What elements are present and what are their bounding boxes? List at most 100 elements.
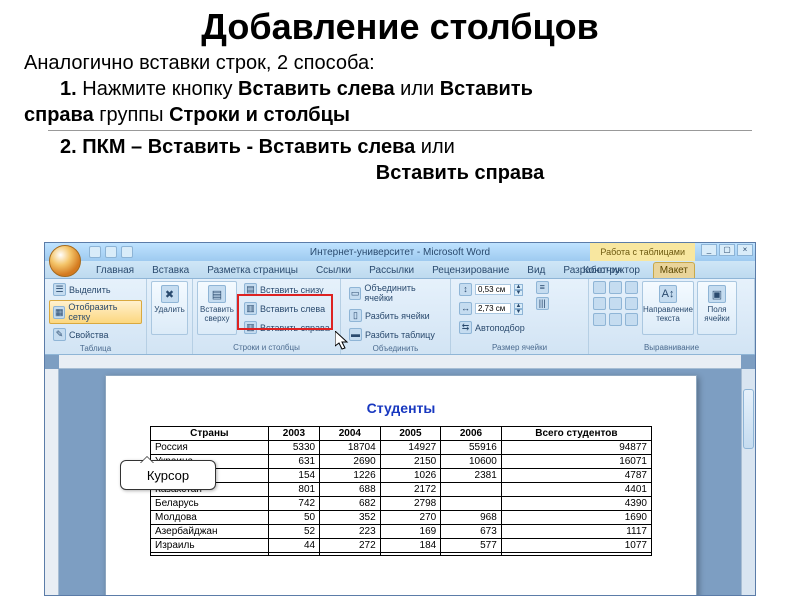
split-cells-button[interactable]: ▯Разбить ячейки: [345, 307, 446, 324]
table-row[interactable]: Украина631269021501060016071: [151, 455, 652, 469]
tab-mailings[interactable]: Рассылки: [362, 262, 421, 278]
align-tc-icon[interactable]: [609, 281, 622, 294]
distribute-cols-icon[interactable]: |||: [536, 297, 549, 310]
table-cell[interactable]: [441, 483, 502, 497]
table-cell[interactable]: 742: [268, 497, 319, 511]
row-height-input[interactable]: [475, 284, 511, 295]
table-cell[interactable]: 4390: [501, 497, 651, 511]
split-table-button[interactable]: ▬Разбить таблицу: [345, 326, 446, 343]
scroll-thumb[interactable]: [743, 389, 754, 449]
table-cell[interactable]: 801: [268, 483, 319, 497]
tab-home[interactable]: Главная: [89, 262, 141, 278]
align-tl-icon[interactable]: [593, 281, 606, 294]
align-tr-icon[interactable]: [625, 281, 638, 294]
table-cell[interactable]: 52: [268, 525, 319, 539]
table-row[interactable]: Беларусь7426822798 4390: [151, 497, 652, 511]
tab-review[interactable]: Рецензирование: [425, 262, 516, 278]
table-row[interactable]: Узбекистан1541226102623814787: [151, 469, 652, 483]
table-cell[interactable]: 2172: [380, 483, 441, 497]
table-cell[interactable]: 4787: [501, 469, 651, 483]
table-cell[interactable]: 1226: [320, 469, 381, 483]
tab-table-layout[interactable]: Макет: [653, 262, 695, 278]
table-cell[interactable]: Беларусь: [151, 497, 269, 511]
close-button[interactable]: ×: [737, 244, 753, 256]
table-row[interactable]: Казахстан80168821724401: [151, 483, 652, 497]
table-cell[interactable]: 270: [380, 511, 441, 525]
tab-design[interactable]: Конструктор: [576, 262, 647, 278]
tab-insert[interactable]: Вставка: [145, 262, 196, 278]
col-width-field[interactable]: ↔▲▼: [455, 300, 529, 317]
distribute-rows-icon[interactable]: ≡: [536, 281, 549, 294]
table-cell[interactable]: 184: [380, 539, 441, 553]
minimize-button[interactable]: _: [701, 244, 717, 256]
table-cell[interactable]: 688: [320, 483, 381, 497]
table-cell[interactable]: [151, 553, 269, 556]
row-height-field[interactable]: ↕▲▼: [455, 281, 529, 298]
align-bl-icon[interactable]: [593, 313, 606, 326]
spin-down[interactable]: ▼: [514, 309, 523, 315]
table-cell[interactable]: 2381: [441, 469, 502, 483]
table-cell[interactable]: Молдова: [151, 511, 269, 525]
table-cell[interactable]: 673: [441, 525, 502, 539]
insert-below-button[interactable]: ▤Вставить снизу: [240, 281, 334, 298]
ruler-vertical[interactable]: [45, 369, 59, 595]
table-cell[interactable]: 18704: [320, 441, 381, 455]
table-row[interactable]: [151, 553, 652, 556]
table-cell[interactable]: 352: [320, 511, 381, 525]
table-row[interactable]: Молдова503522709681690: [151, 511, 652, 525]
table-cell[interactable]: 2798: [380, 497, 441, 511]
table-row[interactable]: Россия533018704149275591694877: [151, 441, 652, 455]
spin-down[interactable]: ▼: [514, 290, 523, 296]
align-bc-icon[interactable]: [609, 313, 622, 326]
table-cell[interactable]: 2150: [380, 455, 441, 469]
table-cell[interactable]: [268, 553, 319, 556]
table-cell[interactable]: 55916: [441, 441, 502, 455]
table-cell[interactable]: 1690: [501, 511, 651, 525]
table-cell[interactable]: Азербайджан: [151, 525, 269, 539]
merge-cells-button[interactable]: ▭Объединить ячейки: [345, 281, 446, 305]
table-cell[interactable]: 1077: [501, 539, 651, 553]
qat-redo-icon[interactable]: [121, 246, 133, 258]
show-grid-button[interactable]: ▦Отобразить сетку: [49, 300, 142, 324]
data-table[interactable]: Страны2003200420052006Всего студентов Ро…: [150, 426, 652, 556]
table-cell[interactable]: [501, 553, 651, 556]
table-cell[interactable]: 577: [441, 539, 502, 553]
table-row[interactable]: Израиль442721845771077: [151, 539, 652, 553]
table-cell[interactable]: 94877: [501, 441, 651, 455]
delete-button[interactable]: ✖ Удалить: [151, 281, 188, 335]
tab-references[interactable]: Ссылки: [309, 262, 358, 278]
ruler-horizontal[interactable]: [59, 355, 741, 369]
table-cell[interactable]: 10600: [441, 455, 502, 469]
table-cell[interactable]: 1026: [380, 469, 441, 483]
table-cell[interactable]: 272: [320, 539, 381, 553]
table-cell[interactable]: 631: [268, 455, 319, 469]
table-cell[interactable]: Израиль: [151, 539, 269, 553]
autofit-button[interactable]: ⇆Автоподбор: [455, 319, 529, 336]
office-button[interactable]: [49, 245, 81, 277]
qat-undo-icon[interactable]: [105, 246, 117, 258]
col-width-input[interactable]: [475, 303, 511, 314]
table-cell[interactable]: 14927: [380, 441, 441, 455]
align-mr-icon[interactable]: [625, 297, 638, 310]
table-cell[interactable]: [320, 553, 381, 556]
table-cell[interactable]: 968: [441, 511, 502, 525]
insert-above-button[interactable]: ▤ Вставить сверху: [197, 281, 237, 335]
table-cell[interactable]: 682: [320, 497, 381, 511]
cell-margins-button[interactable]: ▣Поля ячейки: [697, 281, 737, 335]
table-cell[interactable]: 5330: [268, 441, 319, 455]
table-cell[interactable]: [380, 553, 441, 556]
table-cell[interactable]: 154: [268, 469, 319, 483]
align-ml-icon[interactable]: [593, 297, 606, 310]
select-button[interactable]: ☰Выделить: [49, 281, 142, 298]
align-br-icon[interactable]: [625, 313, 638, 326]
table-cell[interactable]: 50: [268, 511, 319, 525]
qat-save-icon[interactable]: [89, 246, 101, 258]
text-direction-button[interactable]: A↕Направление текста: [642, 281, 694, 335]
table-cell[interactable]: 2690: [320, 455, 381, 469]
tab-view[interactable]: Вид: [520, 262, 552, 278]
scrollbar-vertical[interactable]: [741, 369, 755, 595]
insert-right-button[interactable]: ▥Вставить справа: [240, 319, 334, 336]
properties-button[interactable]: ✎Свойства: [49, 326, 142, 343]
table-cell[interactable]: 4401: [501, 483, 651, 497]
table-cell[interactable]: 223: [320, 525, 381, 539]
